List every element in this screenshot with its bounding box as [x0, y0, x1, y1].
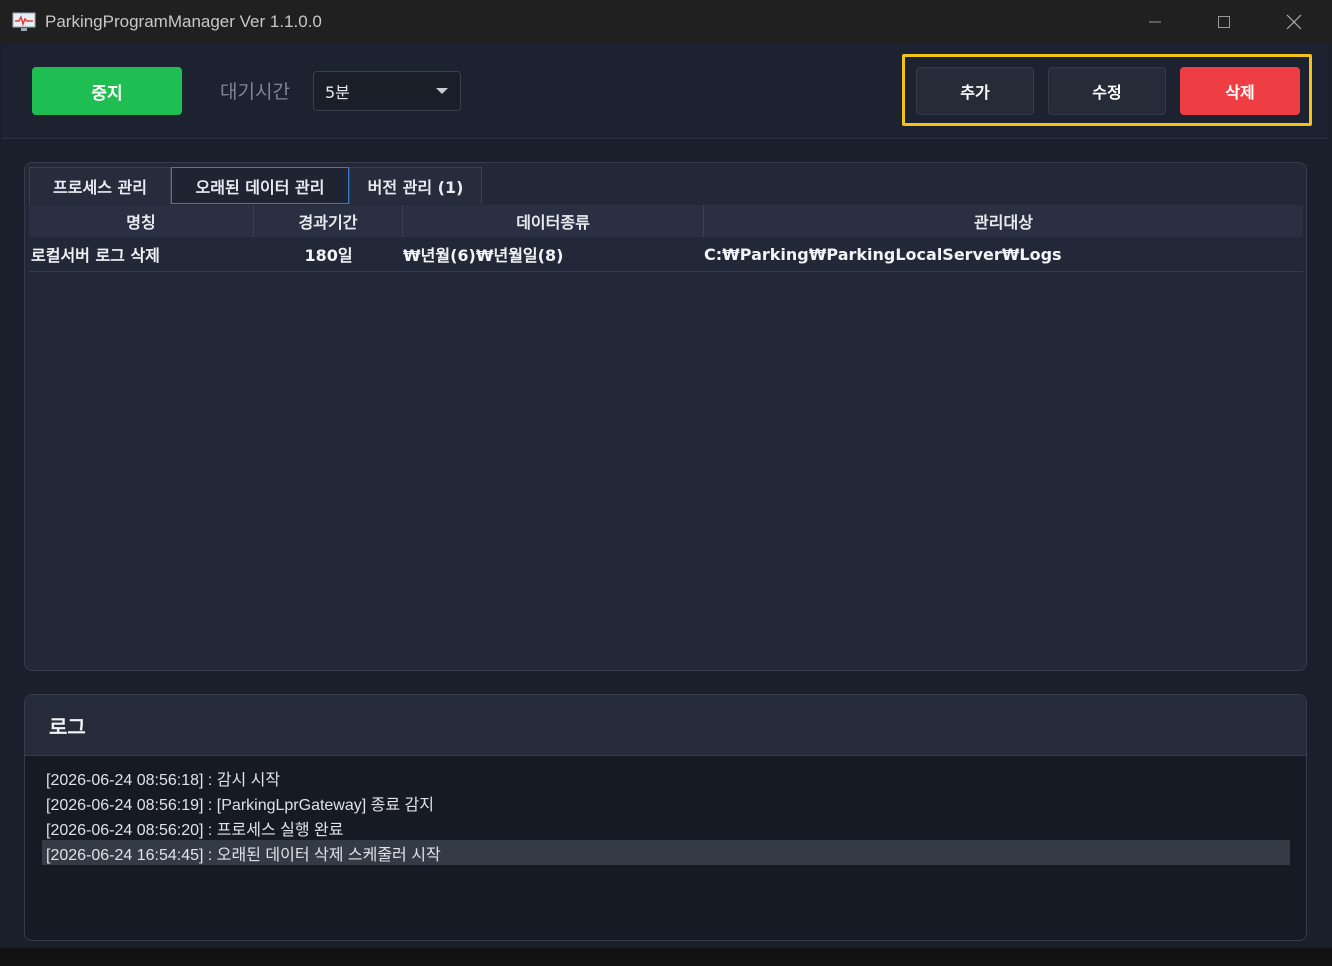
tab-old-data-management[interactable]: 오래된 데이터 관리: [171, 167, 349, 204]
toolbar: 중지 대기시간 5분 추가 수정 삭제: [2, 44, 1328, 139]
main-panel: 프로세스 관리 오래된 데이터 관리 버전 관리 (1) 명칭 경과기간 데이터…: [24, 162, 1307, 671]
tab-process-management[interactable]: 프로세스 관리: [29, 167, 171, 204]
cell-target: C:₩Parking₩ParkingLocalServer₩Logs: [704, 244, 1062, 264]
log-panel: 로그 [2026-06-24 08:56:18] : 감시 시작 [2026-0…: [24, 694, 1307, 941]
close-icon: [1286, 14, 1302, 30]
maximize-icon: [1218, 16, 1230, 28]
add-button[interactable]: 추가: [916, 67, 1034, 115]
wait-time-value: 5분: [325, 83, 350, 102]
cell-elapsed: 180일: [304, 246, 353, 265]
stop-button[interactable]: 중지: [32, 67, 182, 115]
delete-button[interactable]: 삭제: [1180, 67, 1300, 115]
title-bar: ParkingProgramManager Ver 1.1.0.0: [0, 0, 1332, 44]
tab-bar: 프로세스 관리 오래된 데이터 관리 버전 관리 (1): [29, 167, 482, 205]
minimize-icon: [1149, 21, 1161, 23]
log-line[interactable]: [2026-06-24 08:56:18] : 감시 시작: [42, 765, 1290, 790]
maximize-button[interactable]: [1189, 0, 1259, 44]
wait-time-dropdown[interactable]: 5분: [313, 71, 461, 111]
minimize-button[interactable]: [1120, 0, 1190, 44]
grid-header: 명칭 경과기간 데이터종류 관리대상: [29, 205, 1303, 237]
log-line-selected[interactable]: [2026-06-24 16:54:45] : 오래된 데이터 삭제 스케줄러 …: [42, 840, 1290, 865]
wait-time-label: 대기시간: [220, 81, 290, 103]
table-row[interactable]: 로컬서버 로그 삭제 180일 ₩년월(6)₩년월일(8) C:₩Parking…: [29, 237, 1303, 272]
column-header-name[interactable]: 명칭: [29, 205, 254, 237]
data-grid: 명칭 경과기간 데이터종류 관리대상 로컬서버 로그 삭제 180일 ₩년월(6…: [29, 205, 1303, 272]
log-line[interactable]: [2026-06-24 08:56:20] : 프로세스 실행 완료: [42, 815, 1290, 840]
log-title: 로그: [25, 695, 1306, 756]
column-header-elapsed[interactable]: 경과기간: [254, 205, 403, 237]
cell-name: 로컬서버 로그 삭제: [31, 246, 160, 265]
app-monitor-icon: [12, 12, 36, 32]
column-header-target[interactable]: 관리대상: [704, 205, 1303, 237]
cell-data-type: ₩년월(6)₩년월일(8): [403, 246, 564, 265]
close-button[interactable]: [1259, 0, 1329, 44]
chevron-down-icon: [436, 88, 448, 94]
window-bottom-edge: [0, 948, 1332, 966]
log-line[interactable]: [2026-06-24 08:56:19] : [ParkingLprGatew…: [42, 790, 1290, 815]
edit-button[interactable]: 수정: [1048, 67, 1166, 115]
column-header-data-type[interactable]: 데이터종류: [403, 205, 704, 237]
log-list[interactable]: [2026-06-24 08:56:18] : 감시 시작 [2026-06-2…: [42, 765, 1290, 865]
window-title: ParkingProgramManager Ver 1.1.0.0: [45, 12, 322, 31]
tab-version-management[interactable]: 버전 관리 (1): [349, 167, 482, 204]
